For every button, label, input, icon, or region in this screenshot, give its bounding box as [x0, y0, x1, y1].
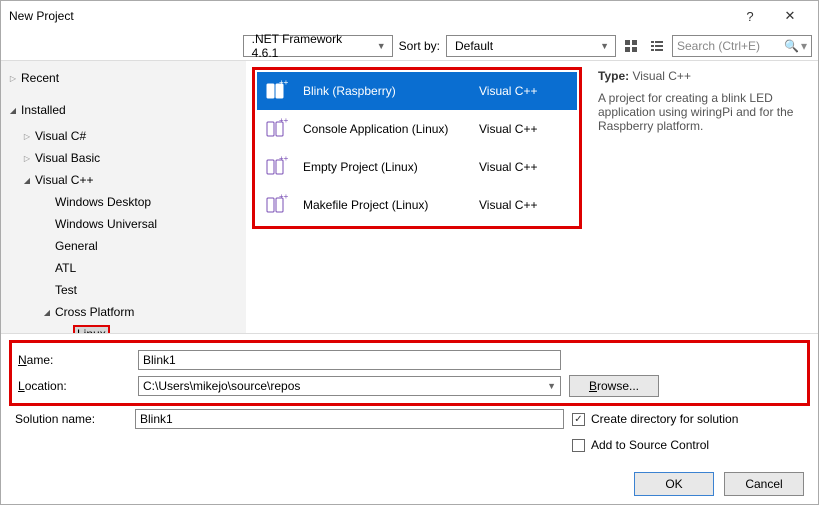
- template-blink-raspberry[interactable]: ++ Blink (Raspberry) Visual C++: [257, 72, 577, 110]
- ok-button[interactable]: OK: [634, 472, 714, 496]
- name-input[interactable]: Blink1: [138, 350, 561, 370]
- name-location-highlight: Name: Blink1 Location: C:\Users\mikejo\s…: [9, 340, 810, 406]
- checkbox-icon: [572, 413, 585, 426]
- tree-visual-basic[interactable]: Visual Basic: [1, 147, 246, 169]
- browse-button[interactable]: Browse...: [569, 375, 659, 397]
- tree-linux[interactable]: Linux: [1, 323, 246, 333]
- svg-text:++: ++: [279, 78, 289, 87]
- search-icon: 🔍: [784, 39, 799, 53]
- chevron-down-icon: ▾: [801, 39, 807, 53]
- main-area: Recent Installed Visual C# Visual Basic …: [1, 61, 818, 333]
- tree-installed[interactable]: Installed: [1, 99, 246, 121]
- cpp-project-icon: ++: [265, 116, 291, 142]
- chevron-down-icon: ▼: [598, 41, 611, 51]
- tree-atl[interactable]: ATL: [1, 257, 246, 279]
- tree-test[interactable]: Test: [1, 279, 246, 301]
- tree-cross-platform[interactable]: Cross Platform: [1, 301, 246, 323]
- framework-combo[interactable]: .NET Framework 4.6.1 ▼: [243, 35, 393, 57]
- tree-general[interactable]: General: [1, 235, 246, 257]
- svg-text:++: ++: [279, 154, 289, 163]
- tree-windows-desktop[interactable]: Windows Desktop: [1, 191, 246, 213]
- tree-visual-cpp[interactable]: Visual C++: [1, 169, 246, 191]
- cpp-project-icon: ++: [265, 154, 291, 180]
- location-input[interactable]: C:\Users\mikejo\source\repos ▼: [138, 376, 561, 396]
- search-input[interactable]: Search (Ctrl+E) 🔍 ▾: [672, 35, 812, 57]
- list-icon: [650, 39, 664, 53]
- close-button[interactable]: ✕: [770, 2, 810, 30]
- tree-recent[interactable]: Recent: [1, 67, 246, 89]
- description-pane: Type: Visual C++ A project for creating …: [588, 61, 818, 333]
- template-console-linux[interactable]: ++ Console Application (Linux) Visual C+…: [257, 110, 577, 148]
- window-title: New Project: [9, 9, 730, 23]
- new-project-dialog: New Project ? ✕ .NET Framework 4.6.1 ▼ S…: [0, 0, 819, 505]
- description-text: A project for creating a blink LED appli…: [598, 91, 808, 133]
- template-makefile-linux[interactable]: ++ Makefile Project (Linux) Visual C++: [257, 186, 577, 224]
- svg-text:++: ++: [279, 192, 289, 201]
- solution-name-label: Solution name:: [15, 412, 135, 426]
- type-value: Visual C++: [632, 69, 690, 83]
- chevron-down-icon: ▼: [547, 381, 556, 391]
- toolbar: .NET Framework 4.6.1 ▼ Sort by: Default …: [1, 31, 818, 61]
- titlebar: New Project ? ✕: [1, 1, 818, 31]
- footer-buttons: OK Cancel: [1, 464, 818, 504]
- create-directory-checkbox[interactable]: Create directory for solution: [572, 409, 804, 429]
- sortby-label: Sort by:: [399, 39, 440, 53]
- bottom-form: Name: Blink1 Location: C:\Users\mikejo\s…: [1, 333, 818, 464]
- solution-name-input[interactable]: Blink1: [135, 409, 564, 429]
- tree-visual-csharp[interactable]: Visual C#: [1, 125, 246, 147]
- cpp-project-icon: ++: [265, 78, 291, 104]
- cpp-project-icon: ++: [265, 192, 291, 218]
- tree-windows-universal[interactable]: Windows Universal: [1, 213, 246, 235]
- cancel-button[interactable]: Cancel: [724, 472, 804, 496]
- chevron-down-icon: ▼: [375, 41, 388, 51]
- template-list: ++ Blink (Raspberry) Visual C++ ++ Conso…: [252, 67, 582, 229]
- name-label: Name:: [18, 353, 138, 367]
- type-label: Type:: [598, 69, 629, 83]
- template-empty-linux[interactable]: ++ Empty Project (Linux) Visual C++: [257, 148, 577, 186]
- template-list-area: ++ Blink (Raspberry) Visual C++ ++ Conso…: [246, 61, 588, 333]
- location-label: Location:: [18, 379, 138, 393]
- view-large-icons-button[interactable]: [620, 35, 642, 57]
- view-small-icons-button[interactable]: [646, 35, 668, 57]
- checkbox-icon: [572, 439, 585, 452]
- template-tree: Recent Installed Visual C# Visual Basic …: [1, 61, 246, 333]
- add-source-control-checkbox[interactable]: Add to Source Control: [572, 435, 804, 455]
- sortby-combo[interactable]: Default ▼: [446, 35, 616, 57]
- help-button[interactable]: ?: [730, 2, 770, 30]
- svg-text:++: ++: [279, 116, 289, 125]
- grid-large-icon: [624, 39, 638, 53]
